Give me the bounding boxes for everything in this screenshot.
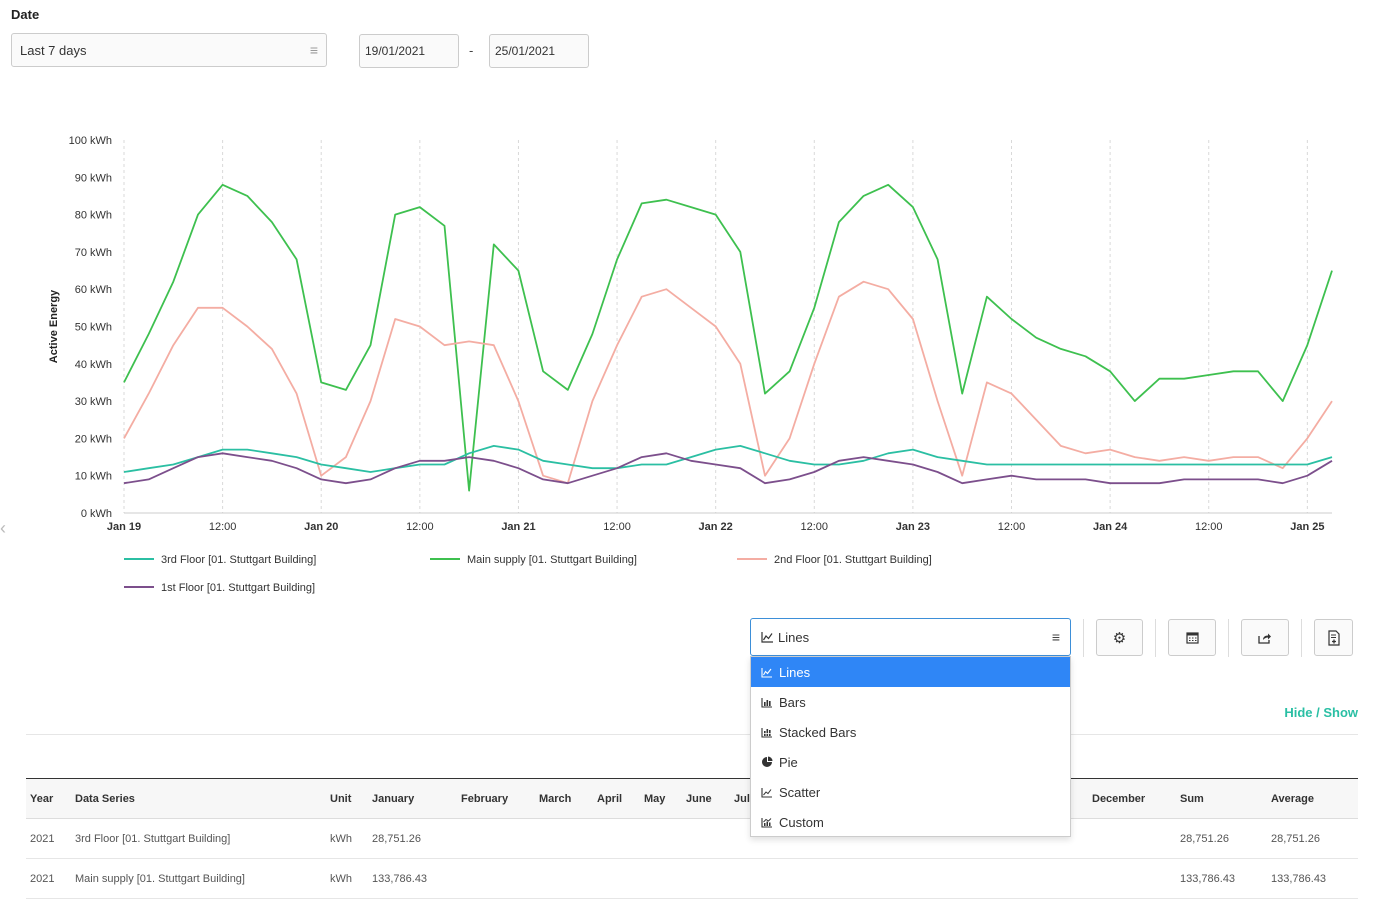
chart-type-option-lines[interactable]: Lines xyxy=(751,657,1070,687)
y-tick-label: 50 kWh xyxy=(75,322,112,334)
menu-lines-icon: ≡ xyxy=(309,42,318,58)
x-tick-label: Jan 20 xyxy=(304,521,338,533)
y-tick-label: 90 kWh xyxy=(75,172,112,184)
x-tick-label: 12:00 xyxy=(209,521,237,533)
x-tick-label: 12:00 xyxy=(1195,521,1223,533)
scatter-chart-icon xyxy=(761,787,775,798)
period-select[interactable]: Last 7 days ≡ xyxy=(11,33,327,67)
table-header: Year Data Series Unit January February M… xyxy=(26,778,1358,819)
chart-type-select[interactable]: Lines ≡ xyxy=(750,618,1071,656)
x-tick-label: Jan 23 xyxy=(896,521,930,533)
end-date-input[interactable]: 25/01/2021 xyxy=(489,34,589,68)
custom-chart-icon xyxy=(761,817,775,828)
series-line xyxy=(123,183,1333,492)
period-select-value: Last 7 days xyxy=(20,42,87,58)
col-sum: Sum xyxy=(1180,792,1204,805)
energy-line-chart: Jan 19 12:00 Jan 20 12:00 Jan 21 12:00 Jan 22 1… xyxy=(48,135,1333,594)
col-average: Average xyxy=(1271,792,1315,805)
chevron-left-icon[interactable]: ‹ xyxy=(0,518,6,539)
legend-item: Main supply [01. Stuttgart Building] xyxy=(467,554,637,566)
x-tick-label: 12:00 xyxy=(406,521,434,533)
line-chart-icon xyxy=(761,667,775,678)
col-unit: Unit xyxy=(330,792,352,805)
x-tick-label: 12:00 xyxy=(603,521,631,533)
toolbar-divider xyxy=(1228,619,1229,657)
pie-chart-icon xyxy=(761,756,775,768)
series-line xyxy=(123,452,1333,485)
date-label: Date xyxy=(11,7,40,22)
x-tick-label: 12:00 xyxy=(801,521,829,533)
toolbar-divider xyxy=(1155,619,1156,657)
add-report-button[interactable] xyxy=(1314,619,1353,656)
start-date-input[interactable]: 19/01/2021 xyxy=(359,34,459,68)
line-chart-icon xyxy=(761,631,774,643)
x-tick-label: Jan 24 xyxy=(1093,521,1128,533)
section-divider xyxy=(26,734,1358,735)
share-icon xyxy=(1258,632,1272,644)
x-tick-label: 12:00 xyxy=(998,521,1026,533)
y-tick-label: 60 kWh xyxy=(75,284,112,296)
x-tick-label: Jan 25 xyxy=(1290,521,1324,533)
chart-type-value: Lines xyxy=(778,629,810,645)
x-tick-label: Jan 19 xyxy=(107,521,141,533)
bar-chart-icon xyxy=(761,697,775,708)
legend-item: 1st Floor [01. Stuttgart Building] xyxy=(161,582,315,594)
settings-button[interactable]: ⚙ xyxy=(1096,619,1143,656)
x-tick-label: Jan 22 xyxy=(699,521,733,533)
chart-type-dropdown: Lines Bars Stacked Bars Pie Scatter Cust… xyxy=(750,656,1071,837)
col-january: January xyxy=(372,792,415,805)
date-range-separator: - xyxy=(469,43,474,58)
col-april: April xyxy=(597,792,623,805)
gear-icon: ⚙ xyxy=(1112,629,1127,647)
stacked-bar-chart-icon xyxy=(761,727,775,738)
y-tick-label: 20 kWh xyxy=(75,433,112,445)
legend-item: 2nd Floor [01. Stuttgart Building] xyxy=(774,554,932,566)
y-tick-label: 30 kWh xyxy=(75,396,112,408)
col-june: June xyxy=(686,792,712,805)
y-tick-label: 10 kWh xyxy=(75,471,112,483)
y-tick-label: 0 kWh xyxy=(81,508,112,520)
col-december: December xyxy=(1092,792,1146,805)
y-tick-label: 100 kWh xyxy=(69,135,112,147)
hide-show-link[interactable]: Hide / Show xyxy=(1284,705,1358,720)
chart-type-option-stacked-bars[interactable]: Stacked Bars xyxy=(751,717,1070,747)
y-axis-title: Active Energy xyxy=(48,289,60,363)
series-line xyxy=(123,280,1333,485)
chart-type-option-custom[interactable]: Custom xyxy=(751,807,1070,837)
calendar-button[interactable] xyxy=(1168,619,1216,656)
toolbar-divider xyxy=(1301,619,1302,657)
col-february: February xyxy=(461,792,509,805)
chart-type-option-pie[interactable]: Pie xyxy=(751,747,1070,777)
legend-item: 3rd Floor [01. Stuttgart Building] xyxy=(161,554,316,566)
x-tick-label: Jan 21 xyxy=(501,521,535,533)
share-button[interactable] xyxy=(1241,619,1289,656)
menu-lines-icon: ≡ xyxy=(1051,629,1060,645)
chart-type-option-bars[interactable]: Bars xyxy=(751,687,1070,717)
calendar-icon xyxy=(1185,631,1199,644)
col-march: March xyxy=(539,792,572,805)
col-year: Year xyxy=(30,792,54,805)
col-data-series: Data Series xyxy=(75,792,135,805)
table-row: 2021 3rd Floor [01. Stuttgart Building] … xyxy=(26,819,1358,859)
toolbar-divider xyxy=(1083,619,1084,657)
col-may: May xyxy=(644,792,666,805)
y-tick-label: 80 kWh xyxy=(75,210,112,222)
y-tick-label: 70 kWh xyxy=(75,247,112,259)
y-tick-label: 40 kWh xyxy=(75,359,112,371)
table-row: 2021 Main supply [01. Stuttgart Building… xyxy=(26,859,1358,899)
chart-type-option-scatter[interactable]: Scatter xyxy=(751,777,1070,807)
add-document-icon xyxy=(1327,629,1341,646)
col-july: Jul xyxy=(734,792,750,805)
